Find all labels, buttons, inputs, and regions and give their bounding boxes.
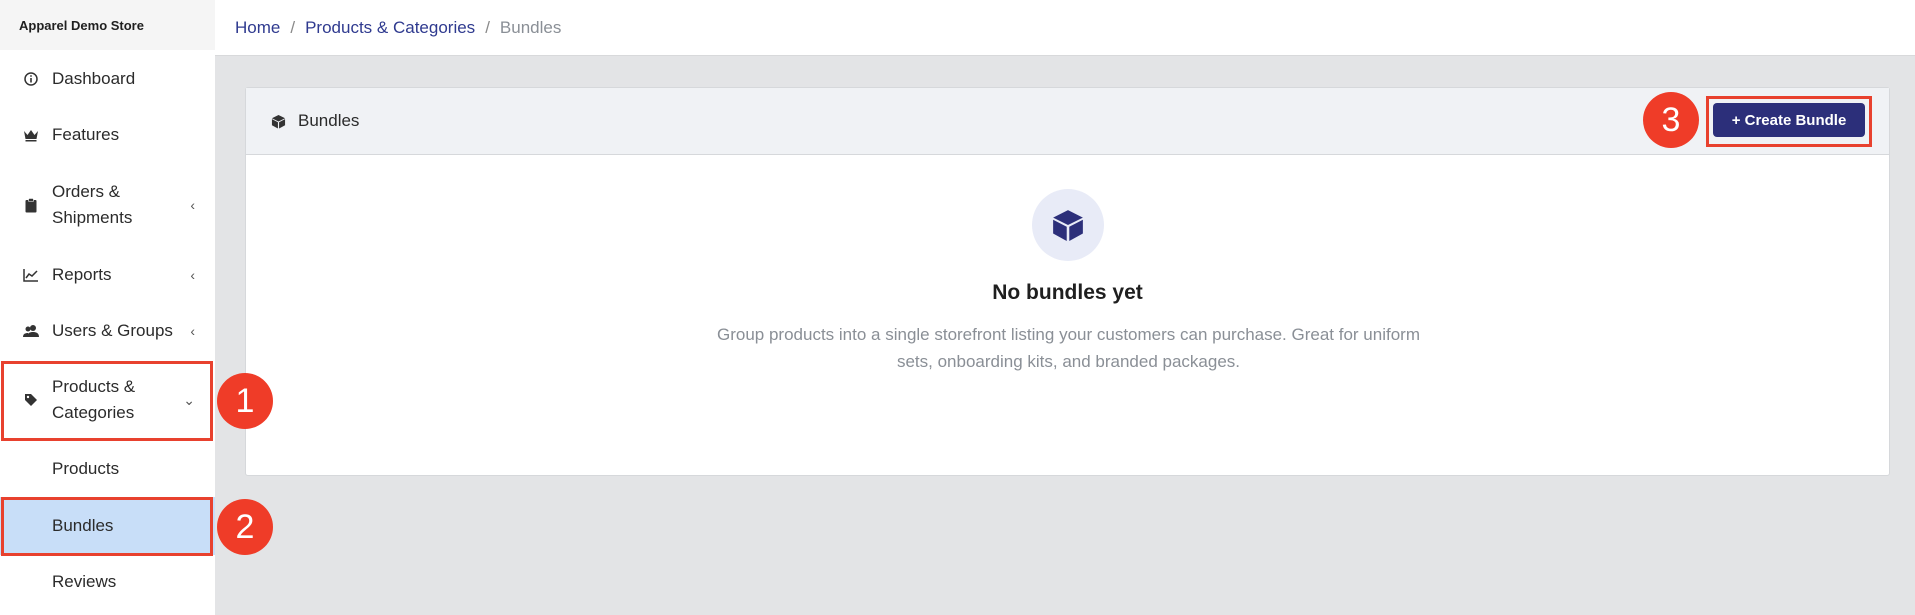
sidebar-item-label: Reviews (52, 572, 117, 591)
sidebar-subitem-bundles[interactable]: Bundles (0, 497, 215, 555)
sidebar-item-dashboard[interactable]: Dashboard (0, 64, 215, 94)
bundles-card: Bundles + Create Bundle No bundles yet G… (245, 87, 1890, 476)
breadcrumb-separator: / (485, 17, 490, 37)
sidebar-item-label-line2: Shipments (52, 208, 133, 227)
sidebar-item-reports[interactable]: Reports ‹ (0, 260, 215, 290)
sidebar-item-label: Bundles (52, 516, 114, 535)
annotation-badge-2: 2 (217, 499, 273, 555)
sidebar-item-label: Dashboard (52, 69, 136, 88)
sidebar-item-label: Users & Groups (52, 321, 173, 340)
users-icon (22, 322, 40, 340)
sidebar-item-products-categories[interactable]: Products & Categories ⌄ (0, 373, 215, 427)
empty-state-description: Group products into a single storefront … (717, 325, 1420, 371)
sidebar-item-orders-shipments[interactable]: Orders & Shipments ‹ (0, 178, 215, 232)
chevron-left-icon: ‹ (190, 197, 195, 213)
breadcrumb-current: Bundles (499, 17, 562, 37)
sidebar-subitem-products[interactable]: Products (0, 454, 215, 484)
sidebar-item-label-line1: Orders & (52, 182, 121, 201)
box-icon (271, 114, 286, 129)
sidebar-item-label: Products (52, 459, 120, 478)
sidebar-item-features[interactable]: Features (0, 120, 215, 150)
create-bundle-button[interactable]: + Create Bundle (1713, 103, 1865, 137)
sidebar: Apparel Demo Store Dashboard Features Or… (0, 0, 215, 615)
line-chart-icon (22, 266, 40, 284)
sidebar-item-label: Features (52, 125, 120, 144)
annotation-badge-1: 1 (217, 373, 273, 429)
breadcrumb: Home / Products & Categories / Bundles (215, 0, 1915, 56)
box-icon (1032, 189, 1104, 261)
sidebar-subitem-reviews[interactable]: Reviews (0, 567, 215, 597)
annotation-badge-3: 3 (1643, 92, 1699, 148)
card-title: Bundles (298, 111, 360, 130)
sidebar-item-label-line2: Categories (52, 403, 135, 422)
info-circle-icon (22, 70, 40, 88)
chevron-left-icon: ‹ (190, 323, 195, 339)
empty-state-title: No bundles yet (992, 281, 1143, 304)
sidebar-item-label: Reports (52, 265, 112, 284)
tag-icon (22, 391, 40, 409)
sidebar-item-label-line1: Products & (52, 377, 136, 396)
store-name: Apparel Demo Store (0, 0, 215, 50)
chevron-down-icon: ⌄ (183, 391, 195, 408)
breadcrumb-separator: / (290, 17, 296, 37)
chevron-left-icon: ‹ (190, 267, 195, 283)
sidebar-item-users-groups[interactable]: Users & Groups ‹ (0, 316, 215, 346)
crown-icon (22, 126, 40, 144)
breadcrumb-home-link[interactable]: Home (235, 18, 280, 38)
breadcrumb-section-link[interactable]: Products & Categories (305, 18, 475, 38)
clipboard-icon (22, 196, 40, 214)
